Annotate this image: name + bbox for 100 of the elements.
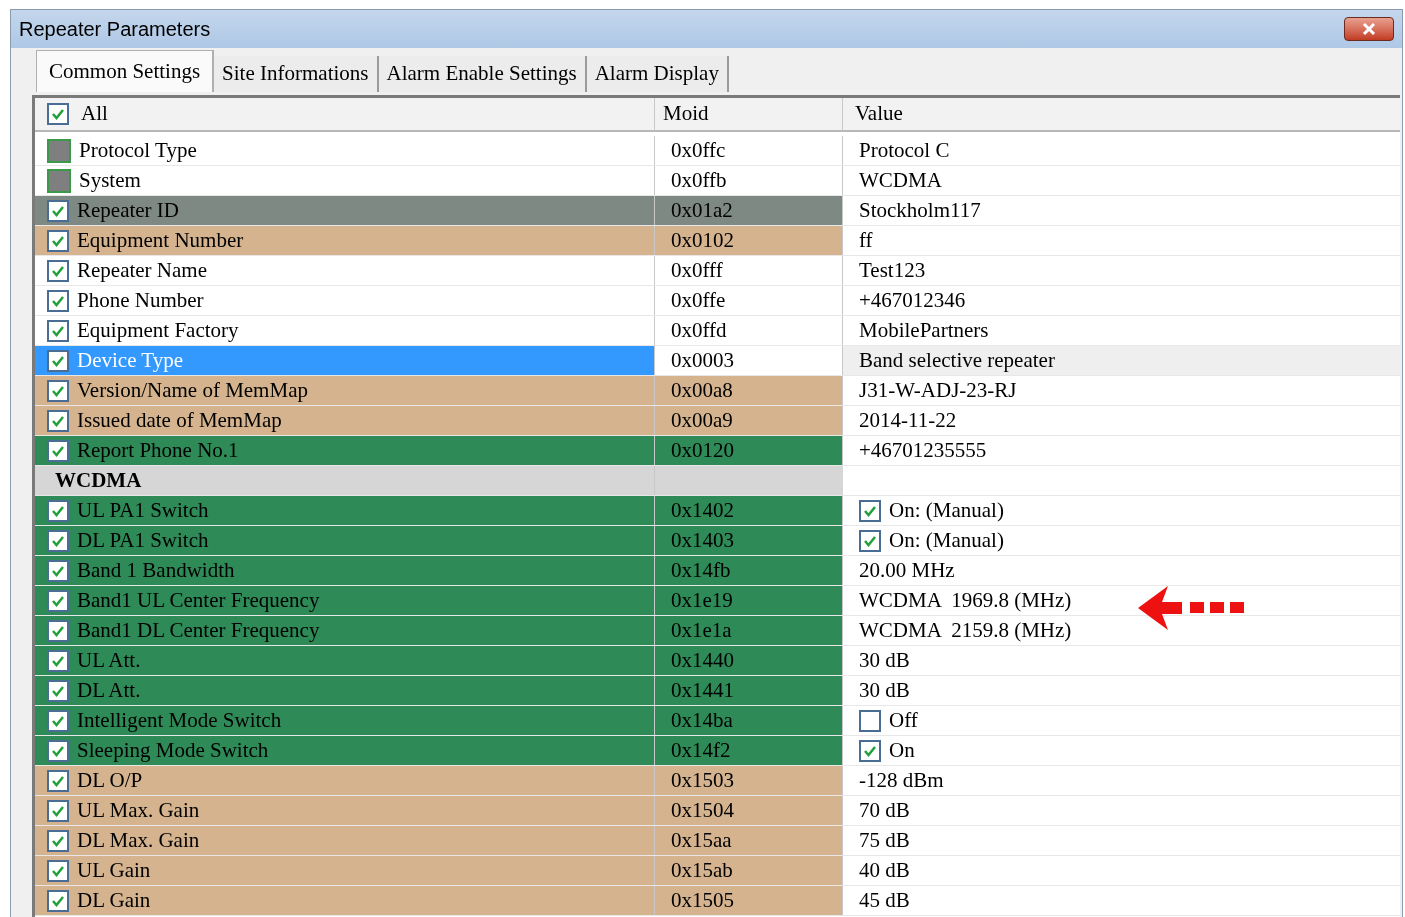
value-text: Band selective repeater: [859, 346, 1055, 374]
checkmark-icon: [51, 384, 65, 397]
value-text: WCDMA 1969.8 (MHz): [859, 586, 1072, 614]
column-header[interactable]: Moid: [655, 98, 843, 130]
row-name-cell[interactable]: UL Att.: [35, 646, 655, 675]
checkbox[interactable]: [47, 439, 69, 462]
checkmark-icon: [51, 294, 65, 307]
checkmark-icon: [51, 108, 65, 120]
parameter-name: Protocol Type: [79, 136, 197, 164]
checkmark-icon: [51, 774, 65, 787]
row-name-cell[interactable]: Version/Name of MemMap: [35, 376, 655, 405]
checkbox[interactable]: [47, 289, 69, 312]
checkbox[interactable]: [47, 829, 69, 852]
value-checkbox[interactable]: [859, 499, 881, 522]
tab[interactable]: Site Informations: [214, 56, 379, 92]
checkmark-icon: [51, 234, 65, 247]
checkbox[interactable]: [47, 229, 69, 252]
checkbox[interactable]: [47, 379, 69, 402]
row-name-cell[interactable]: DL PA1 Switch: [35, 526, 655, 555]
value-text: 40 dB: [859, 856, 910, 884]
checkbox[interactable]: [47, 739, 69, 762]
parameter-name: UL Att.: [77, 646, 141, 674]
value-text: J31-W-ADJ-23-RJ: [859, 376, 1017, 404]
tab[interactable]: Alarm Display: [586, 56, 729, 92]
value-checkbox[interactable]: [859, 529, 881, 552]
checkbox[interactable]: [47, 769, 69, 792]
row-name-cell[interactable]: Repeater ID: [35, 196, 655, 225]
checkbox[interactable]: [47, 799, 69, 822]
moid-cell: 0x0102: [655, 226, 843, 255]
checkbox[interactable]: [47, 709, 69, 732]
parameter-name: UL Max. Gain: [77, 796, 200, 824]
checkmark-icon: [51, 714, 65, 727]
checkbox[interactable]: [47, 619, 69, 642]
moid-cell: 0x1e1a: [655, 616, 843, 645]
checkbox[interactable]: [47, 409, 69, 432]
checkbox[interactable]: [47, 559, 69, 582]
group-cell: WCDMA: [35, 466, 655, 495]
value-checkbox[interactable]: [859, 709, 881, 732]
checkbox[interactable]: [47, 259, 69, 282]
column-label: All: [81, 100, 108, 128]
row-name-cell[interactable]: Issued date of MemMap: [35, 406, 655, 435]
row-name-cell[interactable]: Intelligent Mode Switch: [35, 706, 655, 735]
tab[interactable]: Alarm Enable Settings: [378, 56, 587, 92]
row-name-cell[interactable]: Sleeping Mode Switch: [35, 736, 655, 765]
row-name-cell[interactable]: DL Att.: [35, 676, 655, 705]
column-header[interactable]: All: [35, 98, 655, 130]
row-name-cell[interactable]: UL PA1 Switch: [35, 496, 655, 525]
row-name-cell[interactable]: UL Gain: [35, 856, 655, 885]
checkmark-icon: [51, 594, 65, 607]
row-name-cell[interactable]: DL O/P: [35, 766, 655, 795]
row-name-cell[interactable]: Band1 DL Center Frequency: [35, 616, 655, 645]
moid-cell: 0x1504: [655, 796, 843, 825]
checkbox[interactable]: [47, 499, 69, 522]
checkbox[interactable]: [47, 889, 69, 912]
parameter-name: Report Phone No.1: [77, 436, 239, 464]
moid-cell: 0x1402: [655, 496, 843, 525]
parameter-name: DL Max. Gain: [77, 826, 200, 854]
row-name-cell[interactable]: UL Max. Gain: [35, 796, 655, 825]
checkbox[interactable]: [47, 199, 69, 222]
value-text: 45 dB: [859, 886, 910, 914]
checkbox[interactable]: [47, 679, 69, 702]
value-checkbox[interactable]: [859, 739, 881, 762]
checkmark-icon: [51, 534, 65, 547]
checkmark-icon: [51, 354, 65, 367]
value-text: 2014-11-22: [859, 406, 957, 434]
value-text: WCDMA 2159.8 (MHz): [859, 616, 1072, 644]
checkmark-icon: [51, 624, 65, 637]
row-name-cell[interactable]: Report Phone No.1: [35, 436, 655, 465]
close-button[interactable]: [1344, 17, 1394, 41]
value-text: 20.00 MHz: [859, 556, 955, 584]
column-header[interactable]: Value: [843, 98, 1400, 130]
value-text: MobilePartners: [859, 316, 989, 344]
checkbox[interactable]: [47, 589, 69, 612]
value-text: +46701235555: [859, 436, 987, 464]
moid-cell: 0x14f2: [655, 736, 843, 765]
row-name-cell[interactable]: Band 1 Bandwidth: [35, 556, 655, 585]
checkbox[interactable]: [47, 649, 69, 672]
parameter-name: Version/Name of MemMap: [77, 376, 308, 404]
moid-cell: 0x1503: [655, 766, 843, 795]
moid-cell: 0x1e19: [655, 586, 843, 615]
moid-cell: 0x1505: [655, 886, 843, 915]
select-all-checkbox[interactable]: [47, 103, 69, 125]
row-name-cell[interactable]: DL Max. Gain: [35, 826, 655, 855]
parameter-name: DL Att.: [77, 676, 141, 704]
checkmark-icon: [51, 564, 65, 577]
row-name-cell[interactable]: DL Gain: [35, 886, 655, 915]
moid-cell: 0x15ab: [655, 856, 843, 885]
checkbox[interactable]: [47, 859, 69, 882]
value-text: 70 dB: [859, 796, 910, 824]
tab[interactable]: Common Settings: [36, 50, 215, 92]
checkbox[interactable]: [47, 319, 69, 342]
row-name-cell[interactable]: Band1 UL Center Frequency: [35, 586, 655, 615]
moid-cell: 0x01a2: [655, 196, 843, 225]
checkbox[interactable]: [47, 529, 69, 552]
row-name-cell[interactable]: Equipment Number: [35, 226, 655, 255]
parameter-name: Band1 DL Center Frequency: [77, 616, 320, 644]
checkbox[interactable]: [47, 349, 69, 372]
moid-cell: 0x1403: [655, 526, 843, 555]
moid-cell: 0x15aa: [655, 826, 843, 855]
moid-cell: 0x0120: [655, 436, 843, 465]
